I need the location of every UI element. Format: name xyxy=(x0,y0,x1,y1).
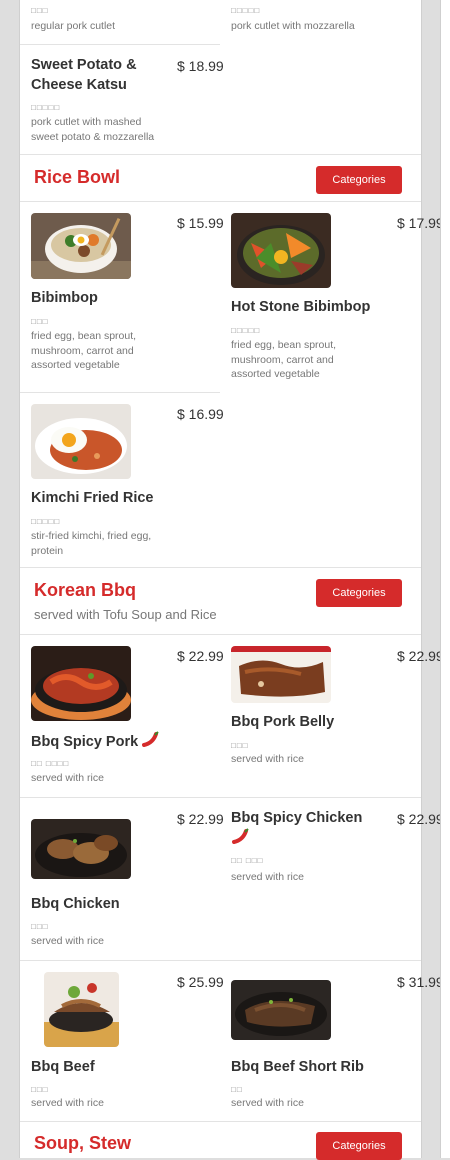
menu-item-bbq-spicy-pork[interactable]: $ 22.99 Bbq Spicy Pork □□ □□□□ served wi… xyxy=(20,635,224,796)
item-name: Bbq Chicken xyxy=(31,896,120,912)
item-name: Bbq Beef xyxy=(31,1059,95,1075)
hot-stone-bibimbop-photo xyxy=(231,213,331,288)
item-price: $ 16.99 xyxy=(177,406,224,422)
item-description: fried egg, bean sprout, mushroom, carrot… xyxy=(231,339,337,380)
menu-item-bbq-spicy-chicken[interactable]: Bbq Spicy Chicken $ 22.99 □□ □□□ served … xyxy=(220,798,444,960)
menu-item-bbq-chicken[interactable]: $ 22.99 Bbq Chicken □□□ served with rice xyxy=(20,798,224,960)
item-name: Bbq Beef Short Rib xyxy=(231,1059,364,1075)
section-title-korean-bbq: Korean Bbq xyxy=(34,580,137,600)
categories-button[interactable]: Categories xyxy=(316,166,402,194)
item-korean-name: □□□ xyxy=(31,1085,49,1094)
menu-item-hot-stone-bibimbop[interactable]: $ 17.99 Hot Stone Bibimbop □□□□□ fried e… xyxy=(220,202,444,391)
item-name: Bbq Spicy Chicken xyxy=(231,808,371,850)
item-korean-name: □□□□□ xyxy=(231,326,261,335)
bbq-beef-short-rib-photo xyxy=(231,980,331,1040)
item-name-text: Bbq Spicy Pork xyxy=(31,733,139,750)
item-name: Bbq Spicy Pork xyxy=(31,731,159,753)
item-price: $ 22.99 xyxy=(397,811,444,827)
item-korean-name: □□□□□ xyxy=(231,6,261,15)
bbq-chicken-photo xyxy=(31,819,131,879)
item-description: served with rice xyxy=(231,871,304,883)
section-title-soup-stew: Soup, Stew xyxy=(34,1133,132,1153)
item-name: Kimchi Fried Rice xyxy=(31,490,154,506)
item-description: pork cutlet with mozzarella xyxy=(231,20,355,32)
item-korean-name: □□□ xyxy=(31,6,49,15)
item-name-text: Bbq Spicy Chicken xyxy=(231,810,363,826)
menu-item-bbq-beef-short-rib[interactable]: $ 31.99 Bbq Beef Short Rib □□ served wit… xyxy=(220,961,444,1121)
section-title-rice-bowl: Rice Bowl xyxy=(34,167,121,187)
chili-pepper-icon xyxy=(231,828,249,850)
item-price: $ 22.99 xyxy=(177,648,224,664)
item-price: $ 22.99 xyxy=(397,648,444,664)
bbq-beef-photo xyxy=(44,972,119,1047)
item-name: Hot Stone Bibimbop xyxy=(231,299,371,315)
item-korean-name: □□ □□□□ xyxy=(31,759,70,768)
item-price: $ 31.99 xyxy=(397,974,444,990)
menu-item-sweet-potato-cheese-katsu[interactable]: Sweet Potato & Cheese Katsu $ 18.99 □□□□… xyxy=(20,45,224,153)
item-name: Sweet Potato & Cheese Katsu xyxy=(31,57,137,93)
menu-item-bbq-pork-belly[interactable]: $ 22.99 Bbq Pork Belly □□□ served with r… xyxy=(220,635,444,796)
menu-item-kimchi-fried-rice[interactable]: $ 16.99 Kimchi Fried Rice □□□□□ stir-fri… xyxy=(20,393,224,565)
item-korean-name: □□□□□ xyxy=(31,103,61,112)
item-price: $ 17.99 xyxy=(397,215,444,231)
item-korean-name: □□□□□ xyxy=(31,517,61,526)
bibimbop-photo xyxy=(31,213,131,279)
item-price: $ 22.99 xyxy=(177,811,224,827)
item-price: $ 15.99 xyxy=(177,215,224,231)
item-name: Bbq Pork Belly xyxy=(231,714,335,730)
item-korean-name: □□ □□□ xyxy=(231,856,264,865)
item-description: fried egg, bean sprout, mushroom, carrot… xyxy=(31,330,137,371)
item-name: Bibimbop xyxy=(31,290,98,306)
scrollbar-track[interactable] xyxy=(440,0,450,1158)
categories-button[interactable]: Categories xyxy=(316,1132,402,1160)
item-description: regular pork cutlet xyxy=(31,20,116,32)
bbq-pork-belly-photo xyxy=(231,646,331,703)
item-korean-name: □□□ xyxy=(31,922,49,931)
bbq-spicy-pork-photo xyxy=(31,646,131,721)
menu-page: □□□ regular pork cutlet □□□□□ pork cutle… xyxy=(19,0,444,1160)
item-korean-name: □□ xyxy=(231,1085,243,1094)
menu-item-bbq-beef[interactable]: $ 25.99 Bbq Beef □□□ served with rice xyxy=(20,961,224,1121)
item-description: served with rice xyxy=(231,753,304,765)
item-description: pork cutlet with mashed sweet potato & m… xyxy=(31,116,155,143)
menu-item-bibimbop[interactable]: $ 15.99 Bibimbop □□□ fried egg, bean spr… xyxy=(20,202,224,391)
item-description: stir-fried kimchi, fried egg, protein xyxy=(31,530,152,557)
chili-pepper-icon xyxy=(141,731,159,753)
item-korean-name: □□□ xyxy=(231,741,249,750)
kimchi-fried-rice-photo xyxy=(31,404,131,479)
item-korean-name: □□□ xyxy=(31,317,49,326)
categories-button[interactable]: Categories xyxy=(316,579,402,607)
item-description: served with rice xyxy=(31,1097,104,1109)
item-price: $ 18.99 xyxy=(177,58,224,74)
item-description: served with rice xyxy=(31,772,104,784)
item-description: served with rice xyxy=(31,935,104,947)
item-description: served with rice xyxy=(231,1097,304,1109)
item-price: $ 25.99 xyxy=(177,974,224,990)
section-subtitle: served with Tofu Soup and Rice xyxy=(34,607,217,622)
